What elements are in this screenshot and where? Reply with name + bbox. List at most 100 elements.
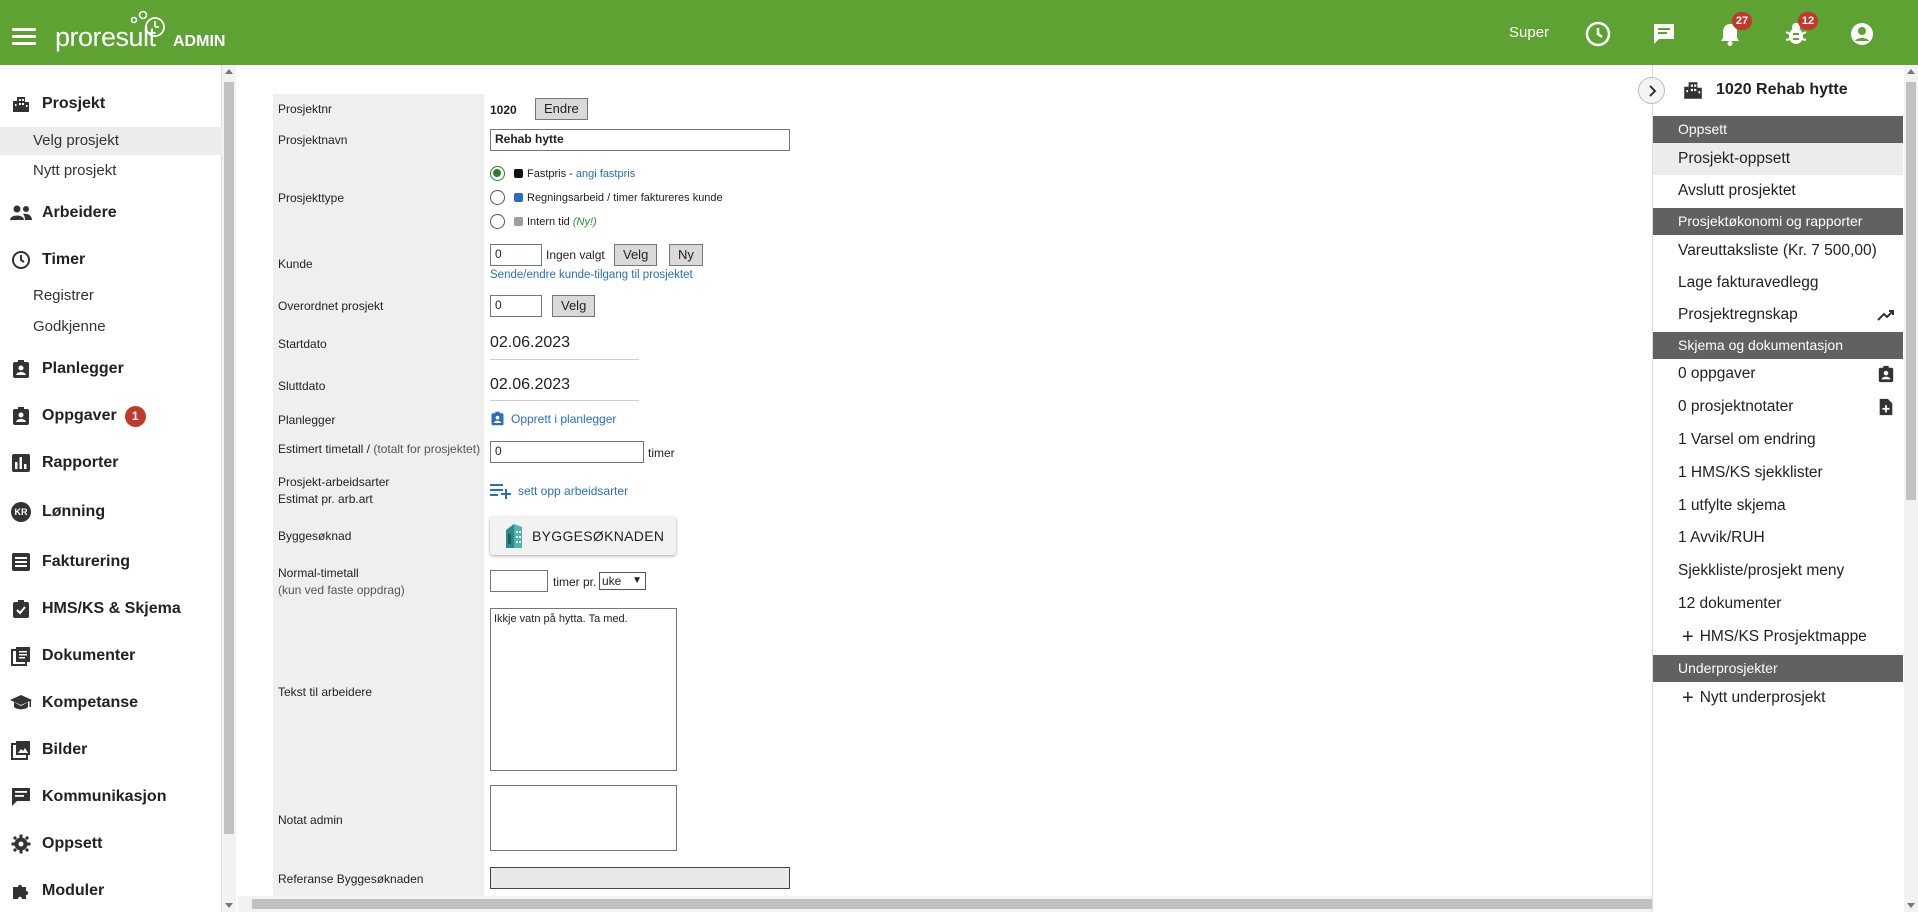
sidebar-item-oppgaver[interactable]: Oppgaver 1 [0, 401, 222, 431]
referanse-label: Referanse Byggesøknaden [278, 872, 424, 886]
scroll-down-icon[interactable] [1907, 903, 1915, 908]
note-add-icon [1879, 398, 1893, 416]
endre-button[interactable]: Endre [535, 98, 588, 120]
kunde-tilgang-link[interactable]: Sende/endre kunde-tilgang til prosjektet [490, 269, 693, 281]
user-name[interactable]: Super [1509, 24, 1549, 41]
opprett-planlegger-link[interactable]: Opprett i planlegger [490, 411, 616, 426]
rp-item-fakturavedlegg[interactable]: Lage fakturavedlegg [1653, 267, 1903, 299]
radio-regning[interactable] [490, 190, 505, 205]
sidebar-sub-nytt-prosjekt[interactable]: Nytt prosjekt [0, 157, 222, 185]
sidebar-item-label: Kommunikasjon [42, 788, 167, 805]
sidebar-item-label: Prosjekt [42, 95, 106, 112]
normal-timetall-sublabel: (kun ved faste oppdrag) [278, 583, 405, 597]
sidebar-item-kompetanse[interactable]: Kompetanse [0, 688, 222, 718]
right-panel-scrollbar[interactable] [1904, 65, 1918, 912]
sidebar-scrollbar[interactable] [222, 65, 236, 912]
collapse-panel-button[interactable] [1638, 77, 1665, 104]
rp-item-hms-prosjektmappe[interactable]: + HMS/KS Prosjektmappe [1653, 621, 1903, 653]
rp-item-hms-sjekklister[interactable]: 1 HMS/KS sjekklister [1653, 457, 1903, 489]
building-icon [10, 93, 32, 115]
building-icon [1684, 82, 1702, 99]
menu-icon[interactable] [12, 28, 36, 46]
sett-opp-arbeidsarter-link[interactable]: sett opp arbeidsarter [490, 483, 628, 499]
alerts-badge: 12 [1798, 12, 1818, 30]
fastpris-color-swatch [514, 169, 523, 178]
sidebar-sub-velg-prosjekt[interactable]: Velg prosjekt [0, 127, 222, 155]
sidebar-sub-godkjenne[interactable]: Godkjenne [0, 313, 222, 341]
tekst-arbeidere-textarea[interactable]: Ikkje vatn på hytta. Ta med. [490, 608, 677, 771]
scroll-up-icon[interactable] [225, 69, 233, 74]
sidebar-item-kommunikasjon[interactable]: Kommunikasjon [0, 782, 222, 812]
sidebar-sub-registrer[interactable]: Registrer [0, 282, 222, 310]
startdato-input[interactable]: 02.06.2023 [490, 334, 570, 352]
sidebar-item-prosjekt[interactable]: Prosjekt [0, 89, 222, 119]
clock-icon[interactable] [1584, 20, 1612, 48]
intern-color-swatch [514, 217, 523, 226]
sidebar-item-planlegger[interactable]: Planlegger [0, 354, 222, 384]
sidebar-item-oppsett[interactable]: Oppsett [0, 829, 222, 859]
overordnet-velg-button[interactable]: Velg [552, 295, 596, 317]
plus-icon: + [1682, 687, 1694, 709]
startdato-underline [490, 359, 639, 360]
kunde-velg-button[interactable]: Velg [614, 244, 658, 266]
angi-fastpris-link[interactable]: angi fastpris [576, 168, 635, 180]
chevron-down-icon: ▼ [632, 575, 642, 586]
sidebar-scroll-thumb[interactable] [224, 82, 234, 834]
sidebar-item-label: Bilder [42, 741, 88, 758]
rp-item-varsel-endring[interactable]: 1 Varsel om endring [1653, 424, 1903, 456]
right-panel-scroll-thumb[interactable] [1906, 82, 1916, 500]
normal-timetall-input[interactable] [490, 570, 548, 592]
trending-up-icon [1877, 310, 1894, 321]
rp-item-dokumenter[interactable]: 12 dokumenter [1653, 588, 1903, 620]
sidebar-item-moduler[interactable]: Moduler [0, 876, 222, 906]
sidebar-item-timer[interactable]: Timer [0, 245, 222, 275]
kunde-ny-button[interactable]: Ny [669, 244, 703, 266]
sidebar-item-label: Oppsett [42, 835, 103, 852]
rp-item-avvik-ruh[interactable]: 1 Avvik/RUH [1653, 522, 1903, 554]
overordnet-input[interactable]: 0 [490, 295, 542, 317]
estimert-input[interactable]: 0 [490, 441, 644, 463]
radio-fastpris[interactable] [490, 166, 505, 181]
rp-item-oppgaver[interactable]: 0 oppgaver [1653, 358, 1903, 390]
alerts-button[interactable]: 12 [1782, 12, 1818, 48]
chat-icon[interactable] [1650, 20, 1678, 48]
radio-intern[interactable] [490, 214, 505, 229]
notat-admin-label: Notat admin [278, 813, 343, 827]
notat-admin-textarea[interactable] [490, 785, 677, 851]
rp-item-avslutt-prosjektet[interactable]: Avslutt prosjektet [1653, 175, 1903, 207]
sidebar-item-rapporter[interactable]: Rapporter [0, 448, 222, 478]
account-icon[interactable] [1848, 20, 1876, 48]
intern-label: Intern tid (Ny!) [527, 216, 597, 228]
period-select[interactable]: uke ▼ [599, 572, 646, 590]
project-title: 1020 Rehab hytte [1682, 79, 1848, 101]
horizontal-scroll-thumb[interactable] [252, 899, 1875, 909]
rp-item-nytt-underprosjekt[interactable]: + Nytt underprosjekt [1653, 682, 1903, 714]
section-header-underprosjekter: Underprosjekter [1653, 655, 1903, 682]
sidebar-item-fakturering[interactable]: Fakturering [0, 547, 222, 577]
referanse-input[interactable] [490, 867, 790, 889]
graduation-icon [10, 692, 32, 714]
sidebar-item-label: Dokumenter [42, 647, 136, 664]
notifications-button[interactable]: 27 [1716, 12, 1752, 48]
kunde-input[interactable]: 0 [490, 244, 542, 266]
sidebar-item-dokumenter[interactable]: Dokumenter [0, 641, 222, 671]
prosjektnavn-input[interactable]: Rehab hytte [490, 129, 790, 151]
rp-item-prosjektregnskap[interactable]: Prosjektregnskap [1653, 299, 1903, 331]
sidebar-item-bilder[interactable]: Bilder [0, 735, 222, 765]
sidebar-item-arbeidere[interactable]: Arbeidere [0, 198, 222, 228]
byggesoknaden-button[interactable]: BYGGESØKNADEN [490, 517, 676, 555]
scroll-down-icon[interactable] [225, 903, 233, 908]
sidebar-item-hms[interactable]: HMS/KS & Skjema [0, 594, 222, 624]
scroll-up-icon[interactable] [1907, 69, 1915, 74]
sidebar-item-lonning[interactable]: KR Lønning [0, 497, 222, 527]
sluttdato-input[interactable]: 02.06.2023 [490, 376, 570, 394]
kr-avatar: KR [11, 502, 31, 522]
rp-item-vareuttaksliste[interactable]: Vareuttaksliste (Kr. 7 500,00) [1653, 235, 1903, 267]
documents-icon [10, 645, 32, 667]
rp-item-sjekkliste-meny[interactable]: Sjekkliste/prosjekt meny [1653, 555, 1903, 587]
rp-item-utfylte-skjema[interactable]: 1 utfylte skjema [1653, 490, 1903, 522]
sidebar-item-label: Lønning [42, 503, 106, 520]
rp-item-prosjektnotater[interactable]: 0 prosjektnotater [1653, 391, 1903, 423]
building-app-icon [506, 524, 522, 548]
rp-item-prosjekt-oppsett[interactable]: Prosjekt-oppsett [1653, 143, 1903, 175]
